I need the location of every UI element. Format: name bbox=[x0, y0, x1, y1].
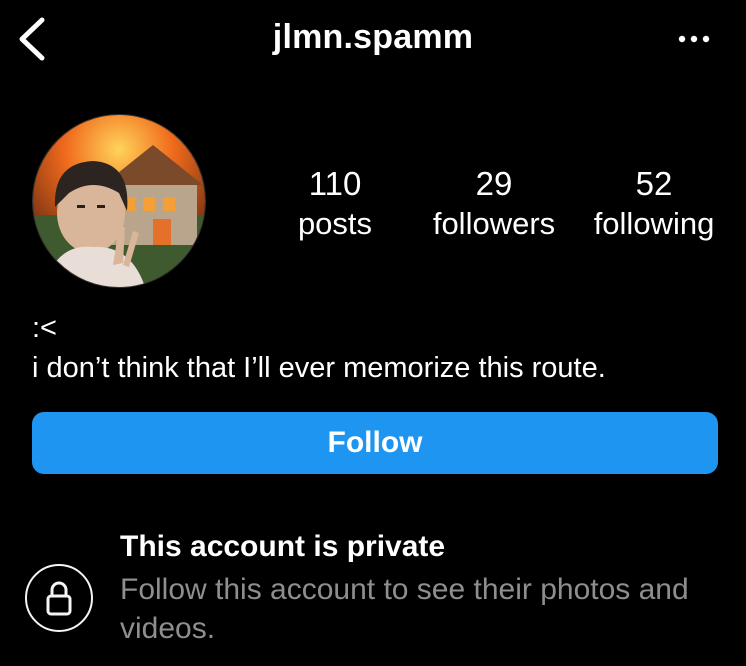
bio: :< i don’t think that I’ll ever memorize… bbox=[32, 308, 732, 388]
posts-label: posts bbox=[297, 206, 373, 241]
followers-count: 29 bbox=[475, 165, 513, 202]
followers-label: followers bbox=[432, 206, 556, 241]
private-title: This account is private bbox=[120, 530, 446, 563]
private-subtitle: Follow this account to see their photos … bbox=[120, 573, 689, 645]
posts-count: 110 bbox=[308, 165, 362, 202]
stat-followers[interactable]: 29 followers bbox=[420, 164, 568, 244]
bio-line: :< bbox=[32, 312, 57, 344]
lock-icon bbox=[46, 581, 72, 616]
lock-badge bbox=[25, 564, 93, 632]
top-bar: jlmn.spamm bbox=[0, 0, 746, 80]
stat-posts[interactable]: 110 posts bbox=[270, 164, 400, 244]
profile-username: jlmn.spamm bbox=[272, 18, 474, 56]
following-label: following bbox=[593, 206, 715, 241]
ellipsis-icon bbox=[678, 35, 710, 43]
private-account-notice: This account is private Follow this acco… bbox=[0, 528, 746, 658]
follow-button[interactable]: Follow bbox=[32, 412, 718, 474]
more-options-button[interactable] bbox=[670, 22, 720, 52]
bio-line: i don’t think that I’ll ever memorize th… bbox=[32, 352, 606, 384]
profile-stats: 110 posts 29 followers 52 following bbox=[0, 164, 746, 254]
following-count: 52 bbox=[635, 165, 673, 202]
stat-following[interactable]: 52 following bbox=[580, 164, 728, 244]
